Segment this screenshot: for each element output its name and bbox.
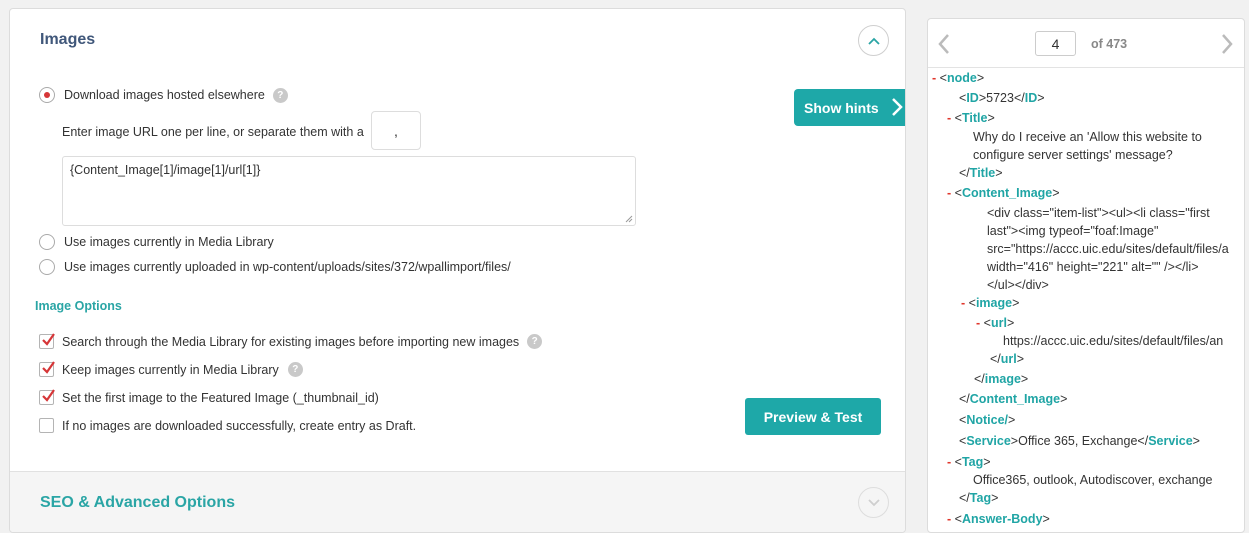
seo-section-header[interactable]: SEO & Advanced Options (10, 471, 905, 532)
chevron-up-icon (867, 37, 880, 45)
media-library-label: Use images currently in Media Library (64, 235, 274, 249)
media-library-option[interactable]: Use images currently in Media Library (39, 234, 274, 250)
xml-content-image-open: - <Content_Image> (947, 186, 1060, 200)
separator-input[interactable] (371, 111, 421, 150)
xml-url-close: </url> (990, 352, 1025, 366)
separator-label: Enter image URL one per line, or separat… (62, 125, 364, 139)
checkmark-icon (42, 389, 55, 402)
resize-handle-icon[interactable] (623, 213, 633, 223)
previous-record-icon[interactable] (936, 33, 952, 55)
xml-answer-body-open: - <Answer-Body> (947, 512, 1050, 526)
collapse-toggle[interactable]: - (947, 111, 951, 125)
collapse-toggle[interactable]: - (932, 71, 936, 85)
chevron-down-icon (867, 498, 880, 506)
xml-html-line-2: last"><img typeof="foaf:Image" (987, 224, 1159, 238)
record-navigation: of 473 (928, 19, 1244, 68)
xml-image-open: - <image> (961, 296, 1020, 310)
checkbox[interactable] (39, 333, 55, 349)
xml-title-text-1: Why do I receive an 'Allow this website … (973, 130, 1202, 144)
xml-service-line: <Service>Office 365, Exchange</Service> (959, 434, 1200, 448)
next-record-icon[interactable] (1219, 33, 1235, 55)
option-label: Keep images currently in Media Library (62, 362, 279, 377)
xml-tag-value: Office365, outlook, Autodiscover, exchan… (973, 473, 1213, 487)
checkmark-icon (42, 361, 55, 374)
option-search-media-library[interactable]: Search through the Media Library for exi… (39, 333, 543, 349)
xml-html-line-1: <div class="item-list"><ul><li class="fi… (987, 206, 1210, 220)
help-icon[interactable]: ? (527, 334, 543, 349)
collapse-toggle[interactable]: - (947, 455, 951, 469)
xml-preview-panel: of 473 - <node> <ID>5723</ID> - <Title> … (927, 18, 1245, 533)
chevron-right-icon (892, 98, 903, 116)
collapse-toggle[interactable]: - (947, 512, 951, 526)
collapse-toggle[interactable]: - (976, 316, 980, 330)
xml-image-close: </image> (974, 372, 1029, 386)
images-section-title: Images (40, 31, 96, 48)
uploaded-files-option[interactable]: Use images currently uploaded in wp-cont… (39, 259, 511, 275)
xml-title-close: </Title> (959, 166, 1003, 180)
download-images-option[interactable]: Download images hosted elsewhere ? (39, 87, 288, 103)
download-images-label: Download images hosted elsewhere (64, 88, 265, 102)
help-icon[interactable]: ? (272, 87, 288, 103)
xml-html-line-4: width="416" height="221" alt="" /></li> (987, 260, 1199, 274)
xml-tag-open: - <Tag> (947, 455, 991, 469)
xml-node-line: - <node> (932, 71, 985, 85)
record-number-input[interactable] (1035, 31, 1076, 56)
checkbox[interactable] (39, 418, 54, 433)
xml-id-line: <ID>5723</ID> (959, 91, 1045, 105)
option-featured-image[interactable]: Set the first image to the Featured Imag… (39, 389, 379, 405)
option-create-draft[interactable]: If no images are downloaded successfully… (39, 418, 416, 433)
xml-url-open: - <url> (976, 316, 1015, 330)
preview-test-button[interactable]: Preview & Test (745, 398, 881, 435)
images-panel: Images Download images hosted elsewhere … (9, 8, 906, 533)
download-images-radio[interactable] (39, 87, 55, 103)
help-icon[interactable]: ? (287, 362, 303, 377)
show-hints-button[interactable]: Show hints (794, 89, 905, 126)
option-label: Search through the Media Library for exi… (62, 334, 520, 349)
option-label: Set the first image to the Featured Imag… (62, 390, 379, 405)
expand-seo-button[interactable] (858, 487, 889, 518)
checkbox[interactable] (39, 361, 55, 377)
xml-tag-close: </Tag> (959, 491, 999, 505)
media-library-radio[interactable] (39, 234, 55, 250)
xml-title-text-2: configure server settings' message? (973, 148, 1173, 162)
show-hints-label: Show hints (804, 99, 879, 116)
collapse-toggle[interactable]: - (947, 186, 951, 200)
xml-content-image-close: </Content_Image> (959, 392, 1068, 406)
xml-notice-line: <Notice/> (959, 413, 1016, 427)
xml-html-line-3: src="https://accc.uic.edu/sites/default/… (987, 242, 1229, 256)
checkmark-icon (42, 333, 55, 346)
record-count-label: of 473 (1091, 37, 1128, 51)
xml-url-value: https://accc.uic.edu/sites/default/files… (1003, 334, 1224, 348)
collapse-toggle[interactable]: - (961, 296, 965, 310)
image-options-title: Image Options (35, 299, 122, 313)
uploaded-files-radio[interactable] (39, 259, 55, 275)
uploaded-files-label: Use images currently uploaded in wp-cont… (64, 260, 511, 274)
xml-title-open: - <Title> (947, 111, 995, 125)
seo-section-title: SEO & Advanced Options (40, 494, 235, 511)
checkbox[interactable] (39, 389, 55, 405)
xml-html-line-5: </ul></div> (987, 278, 1049, 292)
option-label: If no images are downloaded successfully… (62, 418, 417, 433)
image-urls-textarea[interactable]: {Content_Image[1]/image[1]/url[1]} (62, 156, 636, 226)
option-keep-images[interactable]: Keep images currently in Media Library ? (39, 361, 303, 377)
collapse-images-button[interactable] (858, 25, 889, 56)
